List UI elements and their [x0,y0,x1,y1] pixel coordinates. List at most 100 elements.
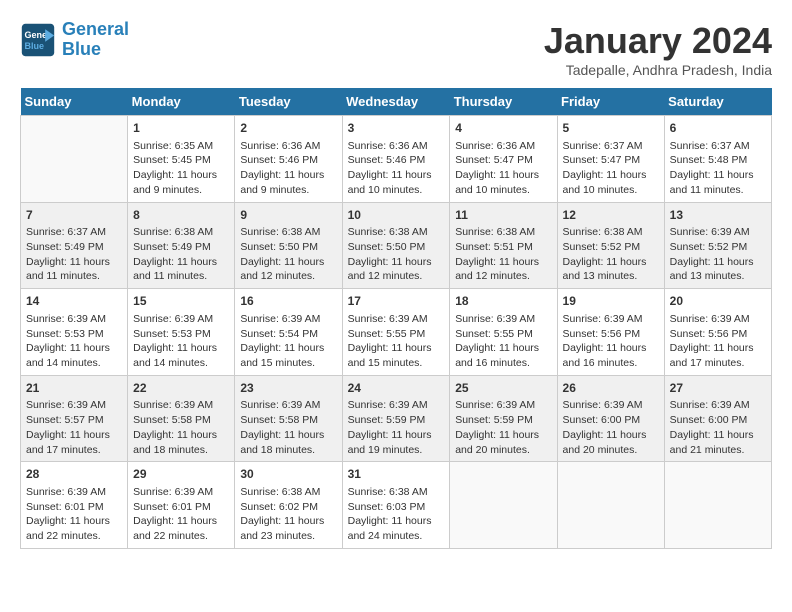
day-info: Sunrise: 6:39 AM Sunset: 5:59 PM Dayligh… [455,398,551,457]
header-saturday: Saturday [664,88,771,116]
calendar-cell: 4Sunrise: 6:36 AM Sunset: 5:47 PM Daylig… [450,116,557,203]
day-info: Sunrise: 6:36 AM Sunset: 5:46 PM Dayligh… [348,139,445,198]
calendar-cell: 15Sunrise: 6:39 AM Sunset: 5:53 PM Dayli… [128,289,235,376]
calendar-cell: 9Sunrise: 6:38 AM Sunset: 5:50 PM Daylig… [235,202,342,289]
calendar-cell: 18 Sunrise: 6:39 AM Sunset: 5:55 PM Dayli… [450,289,557,376]
calendar-cell [21,116,128,203]
day-info: Sunrise: 6:38 AM Sunset: 6:03 PM Dayligh… [348,485,445,544]
header-monday: Monday [128,88,235,116]
day-info: Sunrise: 6:39 AM Sunset: 5:59 PM Dayligh… [348,398,445,457]
header-friday: Friday [557,88,664,116]
calendar-week-row: 14Sunrise: 6:39 AM Sunset: 5:53 PM Dayli… [21,289,772,376]
calendar-cell: 10Sunrise: 6:38 AM Sunset: 5:50 PM Dayli… [342,202,450,289]
day-info: Sunrise: 6:39 AM Sunset: 6:01 PM Dayligh… [26,485,122,544]
day-number: 19 [563,293,659,310]
calendar-cell: 25Sunrise: 6:39 AM Sunset: 5:59 PM Dayli… [450,375,557,462]
header-tuesday: Tuesday [235,88,342,116]
day-info: Sunrise: 6:39 AM Sunset: 5:55 PM Dayligh… [455,312,551,371]
calendar-cell [557,462,664,549]
day-info: Sunrise: 6:39 AM Sunset: 5:58 PM Dayligh… [133,398,229,457]
day-number: 2 [240,120,336,137]
month-title: January 2024 [544,20,772,62]
calendar-cell: 28Sunrise: 6:39 AM Sunset: 6:01 PM Dayli… [21,462,128,549]
svg-text:Blue: Blue [25,41,45,51]
calendar-week-row: 21Sunrise: 6:39 AM Sunset: 5:57 PM Dayli… [21,375,772,462]
logo-text: General Blue [62,20,129,60]
day-number: 15 [133,293,229,310]
day-info: Sunrise: 6:38 AM Sunset: 5:49 PM Dayligh… [133,225,229,284]
day-number: 8 [133,207,229,224]
calendar-cell: 21Sunrise: 6:39 AM Sunset: 5:57 PM Dayli… [21,375,128,462]
day-number: 24 [348,380,445,397]
header-sunday: Sunday [21,88,128,116]
calendar-cell: 31 Sunrise: 6:38 AM Sunset: 6:03 PM Dayli… [342,462,450,549]
day-info: Sunrise: 6:38 AM Sunset: 5:52 PM Dayligh… [563,225,659,284]
day-info: Sunrise: 6:39 AM Sunset: 5:53 PM Dayligh… [26,312,122,371]
day-number: 21 [26,380,122,397]
day-info: Sunrise: 6:39 AM Sunset: 5:57 PM Dayligh… [26,398,122,457]
header-thursday: Thursday [450,88,557,116]
day-number: 16 [240,293,336,310]
day-info: Sunrise: 6:36 AM Sunset: 5:46 PM Dayligh… [240,139,336,198]
day-number: 17 [348,293,445,310]
day-number: 3 [348,120,445,137]
day-info: Sunrise: 6:38 AM Sunset: 5:51 PM Dayligh… [455,225,551,284]
day-number: 18 [455,293,551,310]
day-number: 27 [670,380,766,397]
calendar-cell: 16 Sunrise: 6:39 AM Sunset: 5:54 PM Dayli… [235,289,342,376]
calendar-cell [664,462,771,549]
logo-line1: General [62,19,129,39]
day-info: Sunrise: 6:39 AM Sunset: 5:52 PM Dayligh… [670,225,766,284]
calendar-cell: 11Sunrise: 6:38 AM Sunset: 5:51 PM Dayli… [450,202,557,289]
day-info: Sunrise: 6:39 AM Sunset: 6:00 PM Dayligh… [670,398,766,457]
calendar-week-row: 7Sunrise: 6:37 AM Sunset: 5:49 PM Daylig… [21,202,772,289]
logo: Gener Blue General Blue [20,20,129,60]
calendar-cell: 2 Sunrise: 6:36 AM Sunset: 5:46 PM Daylig… [235,116,342,203]
day-number: 29 [133,466,229,483]
calendar-cell: 22Sunrise: 6:39 AM Sunset: 5:58 PM Dayli… [128,375,235,462]
day-info: Sunrise: 6:39 AM Sunset: 5:54 PM Dayligh… [240,312,336,371]
day-number: 20 [670,293,766,310]
calendar-cell: 19Sunrise: 6:39 AM Sunset: 5:56 PM Dayli… [557,289,664,376]
logo-line2: Blue [62,39,101,59]
day-info: Sunrise: 6:39 AM Sunset: 6:01 PM Dayligh… [133,485,229,544]
day-info: Sunrise: 6:39 AM Sunset: 6:00 PM Dayligh… [563,398,659,457]
calendar-week-row: 1Sunrise: 6:35 AM Sunset: 5:45 PM Daylig… [21,116,772,203]
page-header: Gener Blue General Blue January 2024 Tad… [20,20,772,78]
calendar-cell [450,462,557,549]
calendar-cell: 5Sunrise: 6:37 AM Sunset: 5:47 PM Daylig… [557,116,664,203]
calendar-cell: 6 Sunrise: 6:37 AM Sunset: 5:48 PM Daylig… [664,116,771,203]
location-subtitle: Tadepalle, Andhra Pradesh, India [544,62,772,78]
calendar-cell: 13Sunrise: 6:39 AM Sunset: 5:52 PM Dayli… [664,202,771,289]
calendar-table: SundayMondayTuesdayWednesdayThursdayFrid… [20,88,772,549]
day-number: 9 [240,207,336,224]
day-number: 22 [133,380,229,397]
calendar-cell: 27Sunrise: 6:39 AM Sunset: 6:00 PM Dayli… [664,375,771,462]
title-block: January 2024 Tadepalle, Andhra Pradesh, … [544,20,772,78]
day-number: 6 [670,120,766,137]
day-number: 31 [348,466,445,483]
header-wednesday: Wednesday [342,88,450,116]
day-number: 11 [455,207,551,224]
day-number: 4 [455,120,551,137]
day-number: 13 [670,207,766,224]
day-number: 7 [26,207,122,224]
day-number: 5 [563,120,659,137]
day-info: Sunrise: 6:38 AM Sunset: 6:02 PM Dayligh… [240,485,336,544]
day-number: 10 [348,207,445,224]
day-info: Sunrise: 6:39 AM Sunset: 5:55 PM Dayligh… [348,312,445,371]
day-number: 30 [240,466,336,483]
day-number: 25 [455,380,551,397]
calendar-cell: 29 Sunrise: 6:39 AM Sunset: 6:01 PM Dayli… [128,462,235,549]
day-info: Sunrise: 6:39 AM Sunset: 5:58 PM Dayligh… [240,398,336,457]
calendar-cell: 12Sunrise: 6:38 AM Sunset: 5:52 PM Dayli… [557,202,664,289]
day-number: 26 [563,380,659,397]
calendar-header-row: SundayMondayTuesdayWednesdayThursdayFrid… [21,88,772,116]
calendar-cell: 17 Sunrise: 6:39 AM Sunset: 5:55 PM Dayli… [342,289,450,376]
day-number: 23 [240,380,336,397]
calendar-cell: 20Sunrise: 6:39 AM Sunset: 5:56 PM Dayli… [664,289,771,376]
calendar-cell: 14Sunrise: 6:39 AM Sunset: 5:53 PM Dayli… [21,289,128,376]
calendar-cell: 7Sunrise: 6:37 AM Sunset: 5:49 PM Daylig… [21,202,128,289]
day-info: Sunrise: 6:37 AM Sunset: 5:48 PM Dayligh… [670,139,766,198]
calendar-cell: 1Sunrise: 6:35 AM Sunset: 5:45 PM Daylig… [128,116,235,203]
